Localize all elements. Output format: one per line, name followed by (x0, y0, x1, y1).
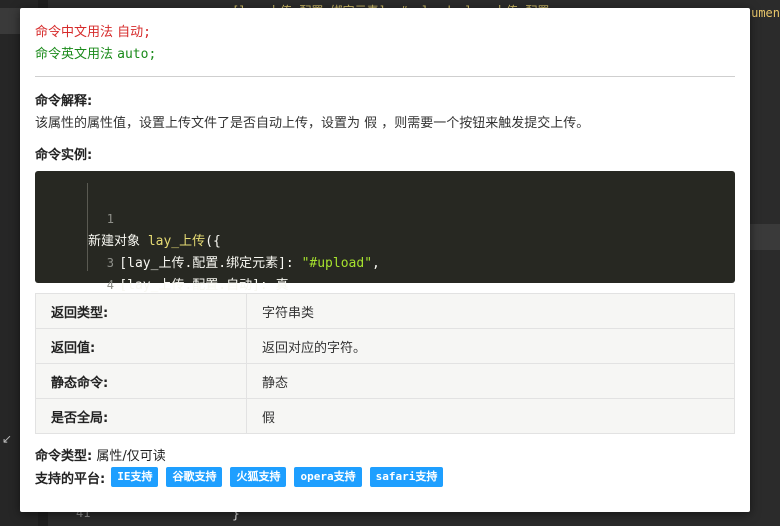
code-example: 1 新建对象 lay_上传({ 2 [lay_上传.配置.绑定元素]: "#up… (35, 171, 735, 315)
code-line: 4 }); (35, 252, 114, 315)
en-usage-label: 命令英文用法 (35, 47, 114, 62)
cn-usage-value: 自动; (117, 25, 151, 40)
code-line: 1 新建对象 lay_上传({ (35, 186, 221, 249)
command-type-value: 属性/仅可读 (96, 449, 166, 464)
platform-badge-firefox[interactable]: 火狐支持 (230, 467, 287, 487)
command-type: 命令类型: 属性/仅可读 (35, 445, 166, 464)
command-type-label: 命令类型: (35, 449, 93, 464)
code-text: ({ (205, 234, 221, 249)
platform-label: 支持的平台: (35, 471, 106, 487)
example-title: 命令实例: (35, 148, 93, 163)
info-key: 静态命令: (35, 363, 247, 399)
usage-block: 命令中文用法 自动; 命令英文用法 auto; (35, 22, 156, 66)
en-usage-value: auto; (117, 47, 157, 62)
cn-usage-label: 命令中文用法 (35, 25, 114, 40)
platform-badge-opera[interactable]: opera支持 (294, 467, 362, 487)
en-usage-line: 命令英文用法 auto; (35, 44, 156, 66)
code-line: 2 [lay_上传.配置.绑定元素]: "#upload", (35, 208, 380, 271)
explain-text: 该属性的属性值，设置上传文件了是否自动上传，设置为 假 ，则需要一个按钮来触发提… (35, 116, 590, 131)
explain-title: 命令解释: (35, 94, 93, 109)
editor-scroll-marker (750, 224, 780, 250)
table-row: 返回值: 返回对应的字符。 (35, 328, 735, 364)
table-row: 是否全局: 假 (35, 398, 735, 434)
code-object-name: lay_上传 (147, 234, 206, 249)
code-text: , (372, 256, 380, 271)
info-key: 返回值: (35, 328, 247, 364)
code-line: 3 [lay_上传.配置.自动]: 真 (35, 230, 289, 293)
platform-list: 支持的平台: IE支持 谷歌支持 火狐支持 opera支持 safari支持 (35, 467, 451, 487)
cn-usage-line: 命令中文用法 自动; (35, 22, 156, 44)
info-value: 字符串类 (246, 293, 735, 329)
gutter-selection (0, 8, 22, 34)
platform-badge-safari[interactable]: safari支持 (369, 467, 444, 487)
info-key: 返回类型: (35, 293, 247, 329)
resize-arrow-icon[interactable]: ↙ (2, 432, 12, 446)
info-key: 是否全局: (35, 398, 247, 434)
divider (35, 76, 735, 77)
info-value: 静态 (246, 363, 735, 399)
info-value: 返回对应的字符。 (246, 328, 735, 364)
table-row: 返回类型: 字符串类 (35, 293, 735, 329)
platform-badge-chrome[interactable]: 谷歌支持 (166, 467, 223, 487)
table-row: 静态命令: 静态 (35, 363, 735, 399)
info-value: 假 (246, 398, 735, 434)
code-text: [lay_上传.配置.绑定元素]: (88, 256, 302, 271)
code-text: [lay_上传.配置.自动]: 真 (88, 278, 289, 293)
command-info-table: 返回类型: 字符串类 返回值: 返回对应的字符。 静态命令: 静态 是否全局: … (35, 293, 735, 434)
code-string: "#upload" (301, 256, 373, 271)
platform-badge-ie[interactable]: IE支持 (111, 467, 159, 487)
command-help-popup: 命令中文用法 自动; 命令英文用法 auto; 命令解释: 该属性的属性值，设置… (20, 8, 750, 512)
